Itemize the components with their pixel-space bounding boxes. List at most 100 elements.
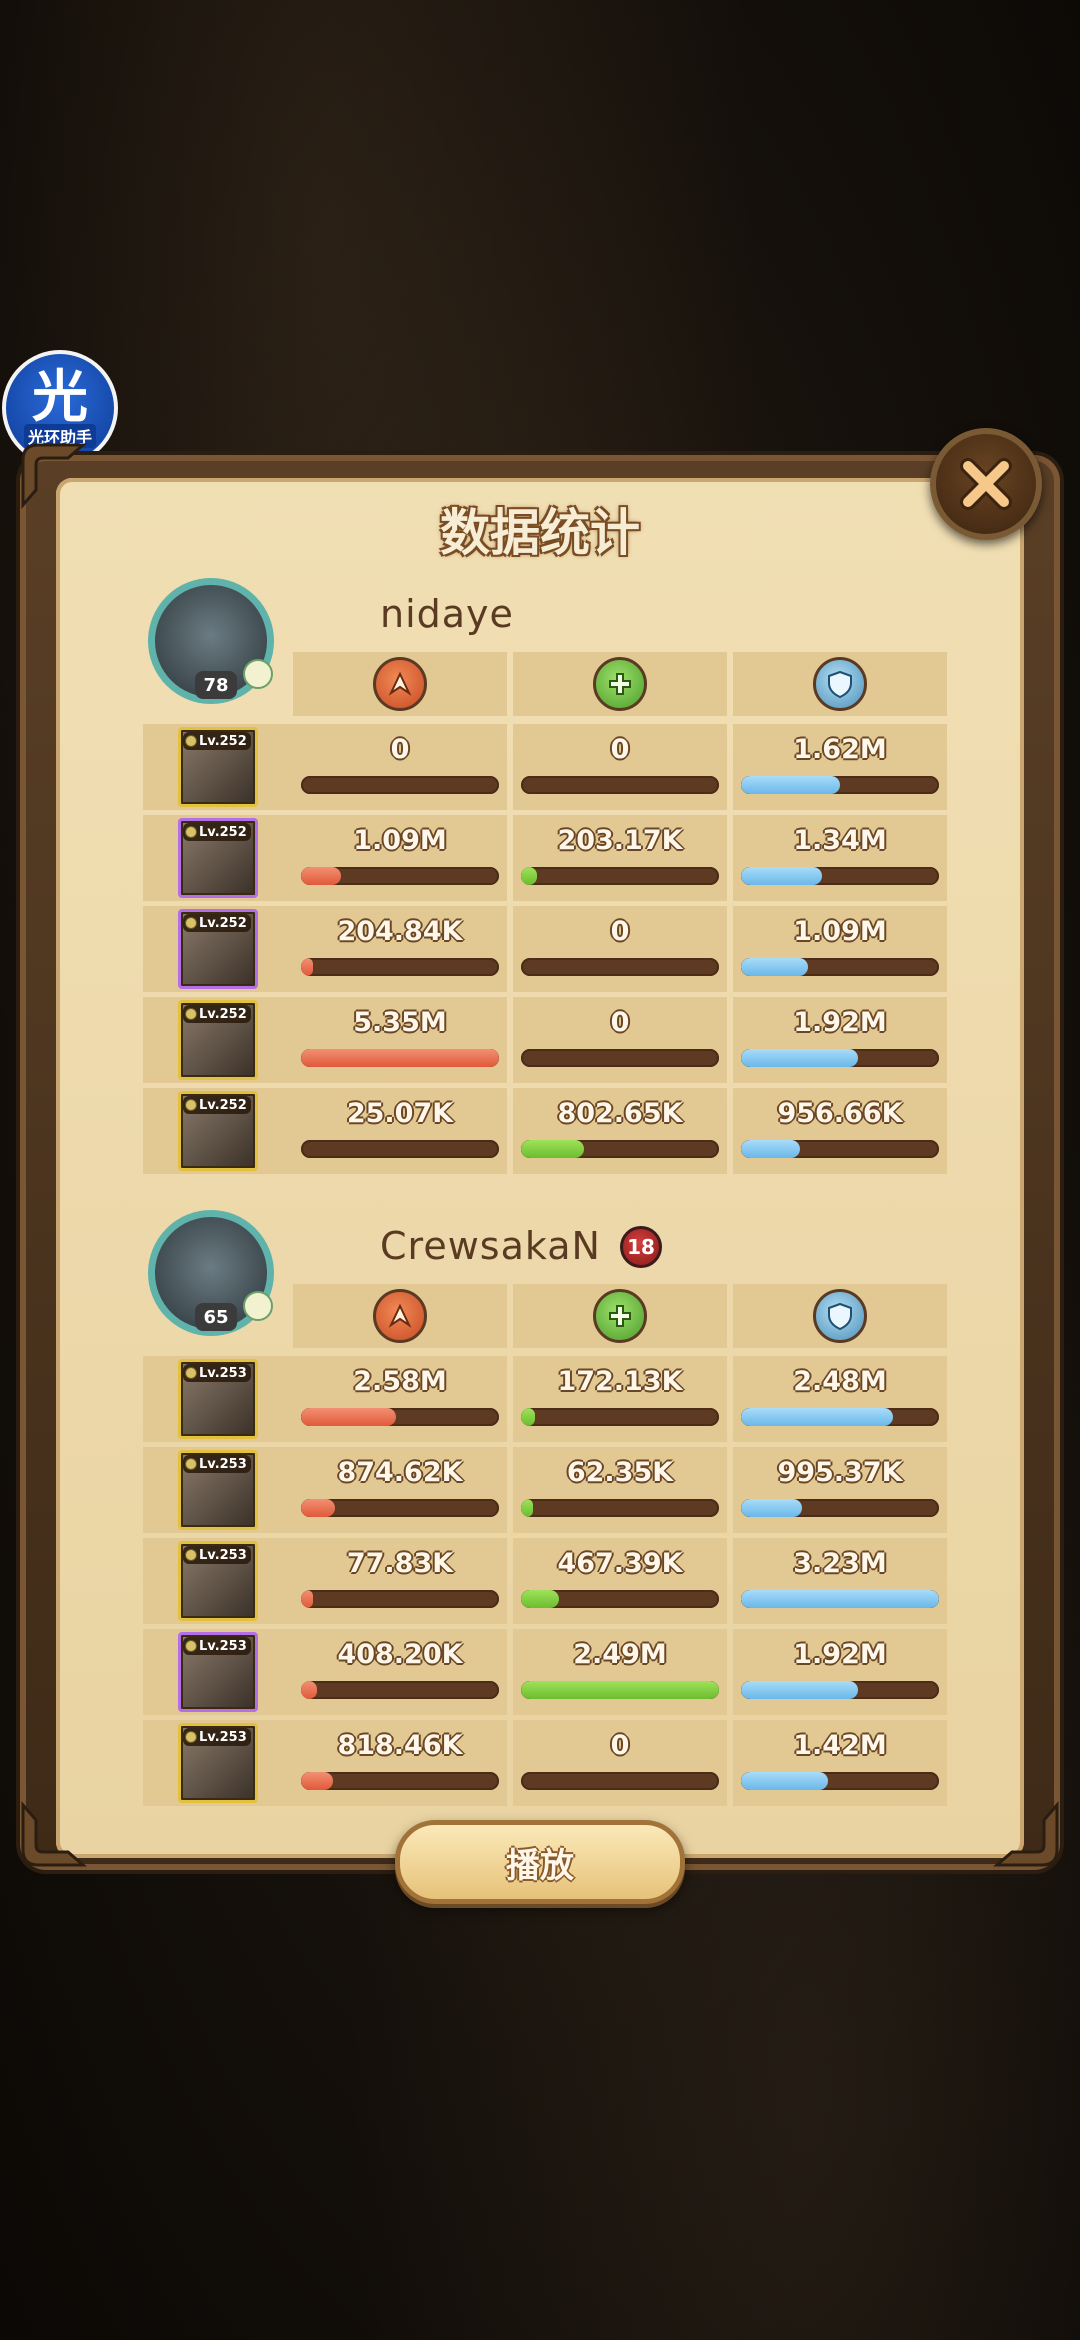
shield-bar-fill xyxy=(741,1408,894,1426)
shield-bar-fill xyxy=(741,1772,829,1790)
shield-stat-cell: 956.66K xyxy=(733,1088,947,1174)
shield-bar xyxy=(741,1681,939,1699)
damage-value: 408.20K xyxy=(337,1639,463,1670)
damage-bar xyxy=(301,1681,499,1699)
heal-value: 0 xyxy=(610,1007,630,1038)
damage-bar xyxy=(301,1408,499,1426)
hero-stat-row: Lv.253 408.20K 2.49M 1.92M xyxy=(143,1629,958,1715)
damage-bar-fill xyxy=(301,1590,313,1608)
corner-ornament-icon xyxy=(992,1800,1062,1870)
hero-level-badge: Lv.253 xyxy=(183,1364,251,1382)
shield-bar-fill xyxy=(741,1140,801,1158)
helper-glyph: 光 xyxy=(32,365,88,430)
heal-value: 62.35K xyxy=(566,1457,674,1488)
star-icon xyxy=(185,917,197,929)
heal-value: 203.17K xyxy=(557,825,683,856)
hero-level: Lv.252 xyxy=(199,1097,247,1113)
damage-value: 25.07K xyxy=(346,1098,454,1129)
hero-cell: Lv.253 xyxy=(143,1720,293,1806)
flower-icon xyxy=(243,1291,273,1321)
hero-portrait[interactable]: Lv.252 xyxy=(178,818,258,898)
shield-value: 3.23M xyxy=(793,1548,887,1579)
heal-bar-fill xyxy=(521,1499,533,1517)
damage-stat-cell: 818.46K xyxy=(293,1720,507,1806)
star-icon xyxy=(185,1099,197,1111)
shield-bar-fill xyxy=(741,1681,858,1699)
damage-stat-cell: 1.09M xyxy=(293,815,507,901)
hero-portrait[interactable]: Lv.252 xyxy=(178,909,258,989)
heal-value: 0 xyxy=(610,916,630,947)
player-level: 78 xyxy=(195,671,237,699)
heal-value: 0 xyxy=(610,1730,630,1761)
hero-portrait[interactable]: Lv.253 xyxy=(178,1450,258,1530)
heal-stat-cell: 172.13K xyxy=(513,1356,727,1442)
player-avatar[interactable]: 78 xyxy=(148,578,274,704)
play-button-label: 播放 xyxy=(506,1845,574,1886)
damage-bar xyxy=(301,958,499,976)
star-icon xyxy=(185,1549,197,1561)
hero-cell: Lv.253 xyxy=(143,1356,293,1442)
damage-bar-fill xyxy=(301,1049,499,1067)
shield-value: 1.92M xyxy=(793,1639,887,1670)
heal-stat-cell: 0 xyxy=(513,724,727,810)
damage-value: 5.35M xyxy=(353,1007,447,1038)
flower-icon xyxy=(243,659,273,689)
heal-stat-cell: 467.39K xyxy=(513,1538,727,1624)
shield-stat-cell: 3.23M xyxy=(733,1538,947,1624)
damage-value: 1.09M xyxy=(353,825,447,856)
heal-stat-cell: 0 xyxy=(513,906,727,992)
hero-level-badge: Lv.252 xyxy=(183,823,251,841)
play-button[interactable]: 播放 xyxy=(395,1820,685,1904)
shield-bar-fill xyxy=(741,1049,858,1067)
hero-portrait[interactable]: Lv.253 xyxy=(178,1359,258,1439)
damage-stat-cell: 0 xyxy=(293,724,507,810)
corner-ornament-icon xyxy=(18,1800,88,1870)
hero-cell: Lv.252 xyxy=(143,906,293,992)
hero-level-badge: Lv.253 xyxy=(183,1728,251,1746)
hero-level-badge: Lv.252 xyxy=(183,732,251,750)
hero-level: Lv.252 xyxy=(199,733,247,749)
hero-cell: Lv.252 xyxy=(143,997,293,1083)
hero-level: Lv.253 xyxy=(199,1365,247,1381)
close-button[interactable] xyxy=(930,428,1042,540)
hero-portrait[interactable]: Lv.252 xyxy=(178,1091,258,1171)
shield-bar xyxy=(741,867,939,885)
player-avatar[interactable]: 65 xyxy=(148,1210,274,1336)
shield-stat-cell: 1.42M xyxy=(733,1720,947,1806)
hero-level: Lv.253 xyxy=(199,1456,247,1472)
hero-portrait[interactable]: Lv.253 xyxy=(178,1632,258,1712)
star-icon xyxy=(185,1458,197,1470)
shield-bar xyxy=(741,958,939,976)
player-name: nidaye xyxy=(380,592,514,636)
damage-stat-cell: 2.58M xyxy=(293,1356,507,1442)
star-icon xyxy=(185,1008,197,1020)
heal-bar xyxy=(521,1590,719,1608)
shield-bar xyxy=(741,1408,939,1426)
hero-portrait[interactable]: Lv.253 xyxy=(178,1723,258,1803)
damage-value: 2.58M xyxy=(353,1366,447,1397)
damage-value: 77.83K xyxy=(346,1548,454,1579)
star-icon xyxy=(185,735,197,747)
hero-cell: Lv.252 xyxy=(143,1088,293,1174)
hero-cell: Lv.253 xyxy=(143,1538,293,1624)
hero-level: Lv.253 xyxy=(199,1638,247,1654)
heal-stat-cell: 0 xyxy=(513,1720,727,1806)
shield-bar xyxy=(741,1590,939,1608)
damage-header xyxy=(293,1284,507,1348)
damage-stat-cell: 408.20K xyxy=(293,1629,507,1715)
hero-cell: Lv.253 xyxy=(143,1447,293,1533)
hero-level: Lv.252 xyxy=(199,1006,247,1022)
damage-icon xyxy=(373,1289,427,1343)
hero-portrait[interactable]: Lv.252 xyxy=(178,727,258,807)
star-icon xyxy=(185,826,197,838)
hero-level-badge: Lv.253 xyxy=(183,1546,251,1564)
hero-portrait[interactable]: Lv.253 xyxy=(178,1541,258,1621)
corner-ornament-icon xyxy=(18,440,88,510)
shield-icon xyxy=(813,657,867,711)
player-name: CrewsakaN xyxy=(380,1224,601,1268)
heal-icon xyxy=(593,1289,647,1343)
heal-bar-fill xyxy=(521,1590,559,1608)
damage-bar xyxy=(301,776,499,794)
hero-portrait[interactable]: Lv.252 xyxy=(178,1000,258,1080)
damage-header xyxy=(293,652,507,716)
